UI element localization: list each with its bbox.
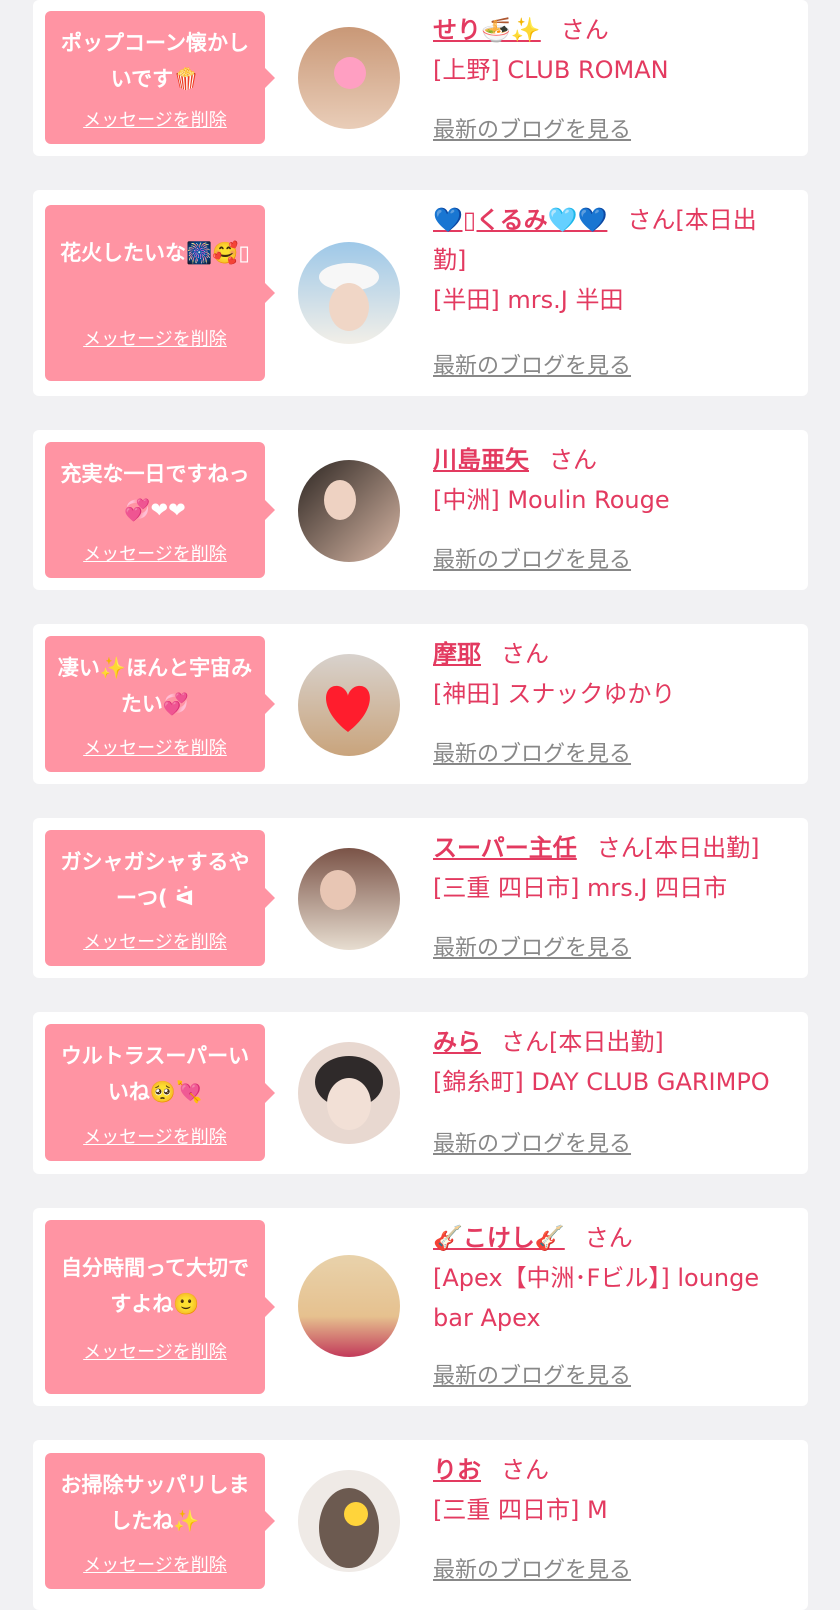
message-card: ポップコーン懐かしいです🍿 メッセージを削除 せり🍜✨ さん [上野] CLUB …: [33, 0, 808, 156]
latest-blog-link[interactable]: 最新のブログを見る: [433, 1126, 631, 1158]
message-text: ポップコーン懐かしいです🍿: [61, 31, 249, 91]
message-card: 自分時間って大切ですよね🙂 メッセージを削除 🎸こけし🎸 さん [Apex【中洲･…: [33, 1208, 808, 1406]
message-bubble: 花火したいな🎆🥰▯ メッセージを削除: [45, 205, 275, 381]
avatar[interactable]: [298, 1470, 400, 1572]
name-suffix: さん: [549, 446, 597, 474]
latest-blog-link[interactable]: 最新のブログを見る: [433, 542, 631, 574]
message-card: ウルトラスーパーいいね🥺💘 メッセージを削除 みら さん[本日出勤] [錦糸町] …: [33, 1012, 808, 1174]
delete-message-link[interactable]: メッセージを削除: [45, 1123, 265, 1149]
latest-blog-link[interactable]: 最新のブログを見る: [433, 348, 631, 380]
shop-info: [神田] スナックゆかり: [433, 680, 676, 708]
cast-info: 💙▯くるみ🩵💙 さん[本日出勤] [半田] mrs.J 半田: [433, 200, 778, 320]
name-suffix: さん[本日出勤]: [596, 834, 760, 862]
message-bubble: ガシャガシャするやーつ( ᐛ メッセージを削除: [45, 830, 275, 966]
avatar[interactable]: [298, 848, 400, 950]
name-suffix: さん: [560, 16, 609, 44]
cast-info: りお さん [三重 四日市] M: [433, 1450, 778, 1530]
delete-message-link[interactable]: メッセージを削除: [45, 928, 265, 954]
cast-name-link[interactable]: りお: [433, 1456, 481, 1484]
message-text: お掃除サッパリしましたね✨: [60, 1473, 250, 1533]
message-card: 凄い✨ほんと宇宙みたい💞 メッセージを削除 摩耶 さん [神田] スナックゆかり …: [33, 624, 808, 784]
avatar[interactable]: [298, 27, 400, 129]
shop-info: [上野] CLUB ROMAN: [433, 56, 669, 84]
latest-blog-link[interactable]: 最新のブログを見る: [433, 1552, 631, 1584]
shop-info: [Apex【中洲･Fビル】] lounge bar Apex: [433, 1264, 760, 1332]
shop-info: [三重 四日市] mrs.J 四日市: [433, 874, 728, 902]
name-suffix: さん: [584, 1224, 633, 1252]
shop-info: [三重 四日市] M: [433, 1496, 608, 1524]
cast-name-link[interactable]: みら: [433, 1028, 481, 1056]
message-text: 凄い✨ほんと宇宙みたい💞: [57, 656, 253, 716]
cast-info: みら さん[本日出勤] [錦糸町] DAY CLUB GARIMPO: [433, 1022, 778, 1102]
message-text: 充実な一日ですねっ💞❤❤: [60, 462, 250, 522]
name-suffix: さん: [501, 1456, 549, 1484]
avatar[interactable]: [298, 1255, 400, 1357]
message-card: お掃除サッパリしましたね✨ メッセージを削除 りお さん [三重 四日市] M 最…: [33, 1440, 808, 1610]
latest-blog-link[interactable]: 最新のブログを見る: [433, 1358, 631, 1390]
message-bubble: 自分時間って大切ですよね🙂 メッセージを削除: [45, 1220, 275, 1394]
cast-info: せり🍜✨ さん [上野] CLUB ROMAN: [433, 10, 778, 90]
delete-message-link[interactable]: メッセージを削除: [45, 1338, 265, 1364]
avatar[interactable]: [298, 1042, 400, 1144]
message-bubble: 凄い✨ほんと宇宙みたい💞 メッセージを削除: [45, 636, 275, 772]
avatar[interactable]: [298, 654, 400, 756]
shop-info: [半田] mrs.J 半田: [433, 286, 624, 314]
shop-info: [中洲] Moulin Rouge: [433, 486, 670, 514]
avatar[interactable]: [298, 242, 400, 344]
cast-info: 🎸こけし🎸 さん [Apex【中洲･Fビル】] lounge bar Apex: [433, 1218, 778, 1338]
message-bubble: ポップコーン懐かしいです🍿 メッセージを削除: [45, 11, 275, 144]
cast-info: スーパー主任 さん[本日出勤] [三重 四日市] mrs.J 四日市: [433, 828, 778, 908]
delete-message-link[interactable]: メッセージを削除: [45, 734, 265, 760]
delete-message-link[interactable]: メッセージを削除: [45, 1551, 265, 1577]
message-bubble: 充実な一日ですねっ💞❤❤ メッセージを削除: [45, 442, 275, 578]
cast-name-link[interactable]: 🎸こけし🎸: [433, 1224, 565, 1252]
message-text: 自分時間って大切ですよね🙂: [61, 1256, 249, 1316]
message-card: ガシャガシャするやーつ( ᐛ メッセージを削除 スーパー主任 さん[本日出勤] […: [33, 818, 808, 978]
delete-message-link[interactable]: メッセージを削除: [45, 540, 265, 566]
latest-blog-link[interactable]: 最新のブログを見る: [433, 930, 631, 962]
message-text: 花火したいな🎆🥰▯: [60, 241, 250, 265]
name-suffix: さん[本日出勤]: [501, 1028, 664, 1056]
message-text: ガシャガシャするやーつ( ᐛ: [60, 850, 250, 910]
cast-name-link[interactable]: 川島亜矢: [433, 446, 529, 474]
cast-name-link[interactable]: 💙▯くるみ🩵💙: [433, 206, 607, 234]
cast-info: 摩耶 さん [神田] スナックゆかり: [433, 634, 778, 714]
delete-message-link[interactable]: メッセージを削除: [45, 106, 265, 132]
message-card: 充実な一日ですねっ💞❤❤ メッセージを削除 川島亜矢 さん [中洲] Moulin…: [33, 430, 808, 590]
message-bubble: ウルトラスーパーいいね🥺💘 メッセージを削除: [45, 1024, 275, 1161]
latest-blog-link[interactable]: 最新のブログを見る: [433, 112, 631, 144]
cast-name-link[interactable]: スーパー主任: [433, 834, 577, 862]
message-card: 花火したいな🎆🥰▯ メッセージを削除 💙▯くるみ🩵💙 さん[本日出勤] [半田] …: [33, 190, 808, 396]
cast-info: 川島亜矢 さん [中洲] Moulin Rouge: [433, 440, 778, 520]
avatar[interactable]: [298, 460, 400, 562]
cast-name-link[interactable]: 摩耶: [433, 640, 481, 668]
name-suffix: さん: [501, 640, 549, 668]
message-bubble: お掃除サッパリしましたね✨ メッセージを削除: [45, 1453, 275, 1589]
message-text: ウルトラスーパーいいね🥺💘: [60, 1044, 250, 1104]
latest-blog-link[interactable]: 最新のブログを見る: [433, 736, 631, 768]
delete-message-link[interactable]: メッセージを削除: [45, 325, 265, 351]
cast-name-link[interactable]: せり🍜✨: [433, 16, 541, 44]
shop-info: [錦糸町] DAY CLUB GARIMPO: [433, 1068, 770, 1096]
